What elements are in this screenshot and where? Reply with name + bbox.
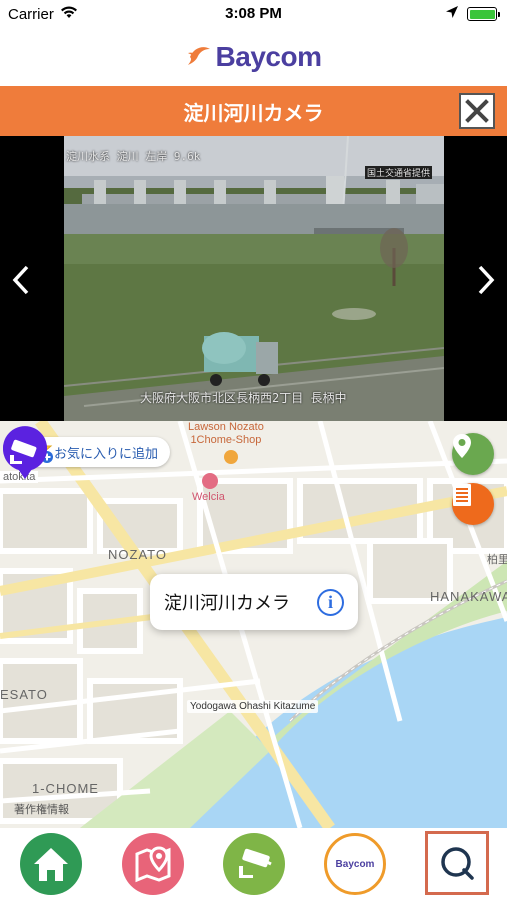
title-bar: 淀川河川カメラ <box>0 86 507 136</box>
map-pin-icon <box>453 434 471 458</box>
lawson-marker-icon <box>224 450 238 464</box>
baycom-nav-button[interactable]: Baycom <box>324 833 386 895</box>
camera-list-button[interactable] <box>452 483 494 525</box>
camera-overlay-bottom: 大阪府大阪市北区長柄西2丁目 長柄中 <box>140 391 347 405</box>
pin-location-label: Yodogawa Ohashi Kitazume <box>187 700 319 713</box>
welcia-marker-icon <box>202 473 218 489</box>
home-button[interactable] <box>20 833 82 895</box>
app-screen: Carrier 3:08 PM Baycom 淀川河川カメラ 淀川水系 淀川 左… <box>0 0 507 900</box>
map-view[interactable]: お気に入りに追加 atokita Lawson Nozato 1Chome-Sh… <box>0 421 507 828</box>
cctv-icon <box>239 848 272 878</box>
map-label-hanakawa: HANAKAWA <box>430 589 507 604</box>
chevron-left-icon <box>12 265 29 295</box>
camera-nav-button[interactable] <box>223 833 285 895</box>
camera-viewer: 淀川水系 淀川 左岸 9.6k 国土交通省提供 大阪府大阪市北区長柄西2丁目 長… <box>0 136 507 421</box>
camera-overlay-top: 淀川水系 淀川 左岸 9.6k <box>66 150 201 163</box>
status-time: 3:08 PM <box>225 5 282 22</box>
map-label-welcia: Welcia <box>192 491 225 503</box>
bottom-navigation: Baycom <box>0 828 507 900</box>
camera-overlay-agency: 国土交通省提供 <box>364 166 432 179</box>
status-right <box>445 5 500 23</box>
search-button[interactable] <box>425 831 489 895</box>
search-icon <box>441 847 474 880</box>
page-title: 淀川河川カメラ <box>183 100 324 125</box>
baycom-nav-label: Baycom <box>335 858 375 870</box>
next-camera-button[interactable] <box>471 260 501 300</box>
map-label-esato: ESATO <box>0 687 48 702</box>
logo-text: Baycom <box>215 41 322 72</box>
app-header: Baycom <box>0 28 507 86</box>
prev-camera-button[interactable] <box>6 260 36 300</box>
home-icon <box>34 848 68 881</box>
map-icon <box>135 846 171 883</box>
map-label-nozato: NOZATO <box>108 547 167 562</box>
battery-icon <box>467 7 500 21</box>
map-copyright-link[interactable]: 著作権情報 <box>14 801 69 817</box>
camera-map-pin[interactable] <box>0 421 50 481</box>
current-location-button[interactable] <box>452 433 494 475</box>
location-arrow-icon <box>445 5 459 23</box>
add-favorite-label: お気に入りに追加 <box>54 446 159 462</box>
info-icon[interactable]: i <box>317 589 344 616</box>
map-label-1chome: 1-CHOME <box>32 781 99 796</box>
camera-callout[interactable]: 淀川河川カメラ i <box>150 574 358 630</box>
baycom-logo-icon <box>186 43 212 71</box>
close-icon <box>465 99 489 123</box>
map-label-lawson: Lawson Nozato 1Chome-Shop <box>188 421 264 446</box>
camera-image: 淀川水系 淀川 左岸 9.6k 国土交通省提供 大阪府大阪市北区長柄西2丁目 長… <box>64 136 444 421</box>
callout-title: 淀川河川カメラ <box>164 593 290 614</box>
list-icon <box>453 484 471 506</box>
status-bar: Carrier 3:08 PM <box>0 0 507 28</box>
map-label-kashiwa: 柏里 <box>487 554 507 566</box>
chevron-right-icon <box>478 265 495 295</box>
map-nav-button[interactable] <box>122 833 184 895</box>
close-button[interactable] <box>459 93 495 129</box>
